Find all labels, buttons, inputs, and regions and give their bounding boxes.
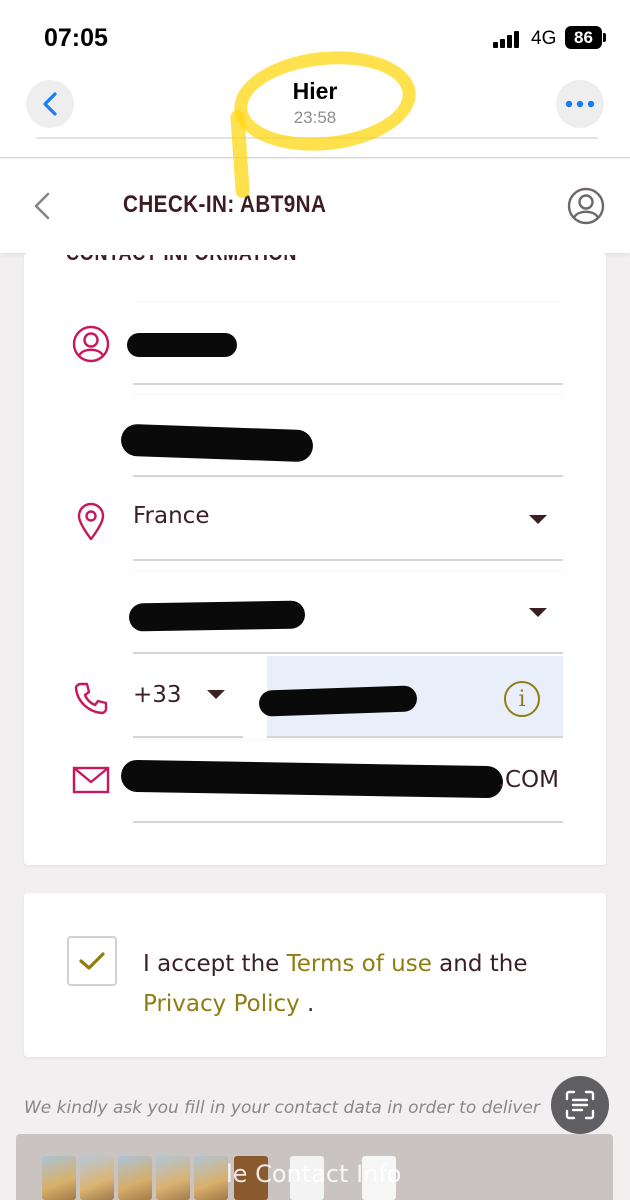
mail-icon [72, 766, 110, 794]
more-options-button[interactable] [556, 80, 604, 128]
signal-icon [493, 31, 523, 48]
thumbnail[interactable] [194, 1156, 228, 1200]
phone-icon [74, 682, 108, 715]
email-suffix: .COM [497, 767, 559, 793]
thumbnail[interactable] [118, 1156, 152, 1200]
redacted-value [120, 423, 314, 463]
terms-checkbox[interactable] [67, 936, 117, 986]
network-label: 4G [531, 28, 557, 49]
phone-prefix-value: +33 [133, 682, 182, 708]
redacted-value [128, 600, 306, 632]
checkin-title: CHECK-IN: ABT9NA [123, 191, 327, 218]
person-icon [72, 325, 110, 363]
status-time: 07:05 [44, 24, 108, 52]
account-icon[interactable] [566, 186, 606, 226]
terms-prefix: I accept the [143, 951, 287, 977]
terms-of-use-link[interactable]: Terms of use [287, 951, 432, 977]
app-header: CHECK-IN: ABT9NA [0, 159, 630, 253]
email-field[interactable]: .COM [120, 741, 563, 823]
privacy-policy-link[interactable]: Privacy Policy [143, 991, 300, 1017]
redacted-value [258, 685, 418, 717]
location-pin-icon [77, 502, 105, 541]
info-icon[interactable]: i [504, 681, 540, 717]
back-chevron-icon[interactable] [30, 191, 54, 221]
country-select[interactable]: France [133, 479, 563, 561]
checkmark-icon [79, 952, 105, 970]
region-select[interactable] [128, 572, 563, 654]
phone-prefix-select[interactable]: +33 [133, 656, 243, 738]
first-name-field[interactable] [127, 303, 563, 385]
chevron-down-icon [529, 515, 547, 524]
scan-text-button[interactable] [551, 1076, 609, 1134]
chevron-down-icon [529, 608, 547, 617]
last-name-field[interactable] [120, 395, 563, 477]
thumbnail[interactable] [156, 1156, 190, 1200]
contact-footnote: We kindly ask you fill in your contact d… [24, 1098, 540, 1118]
ellipsis-icon [565, 100, 595, 108]
battery-tip [603, 33, 606, 42]
terms-middle: and the [431, 951, 528, 977]
battery-icon: 86 [565, 26, 602, 49]
terms-text: I accept the Terms of use and the Privacy… [143, 944, 563, 1024]
redacted-value [127, 333, 237, 357]
thumbnail-caption: le Contact Info [226, 1160, 402, 1188]
chevron-down-icon [207, 690, 225, 699]
thumbnail[interactable] [80, 1156, 114, 1200]
thumbnail[interactable] [42, 1156, 76, 1200]
scan-text-icon [565, 1090, 595, 1120]
terms-suffix: . [299, 991, 315, 1017]
redacted-value [120, 759, 504, 799]
country-value: France [133, 503, 210, 529]
